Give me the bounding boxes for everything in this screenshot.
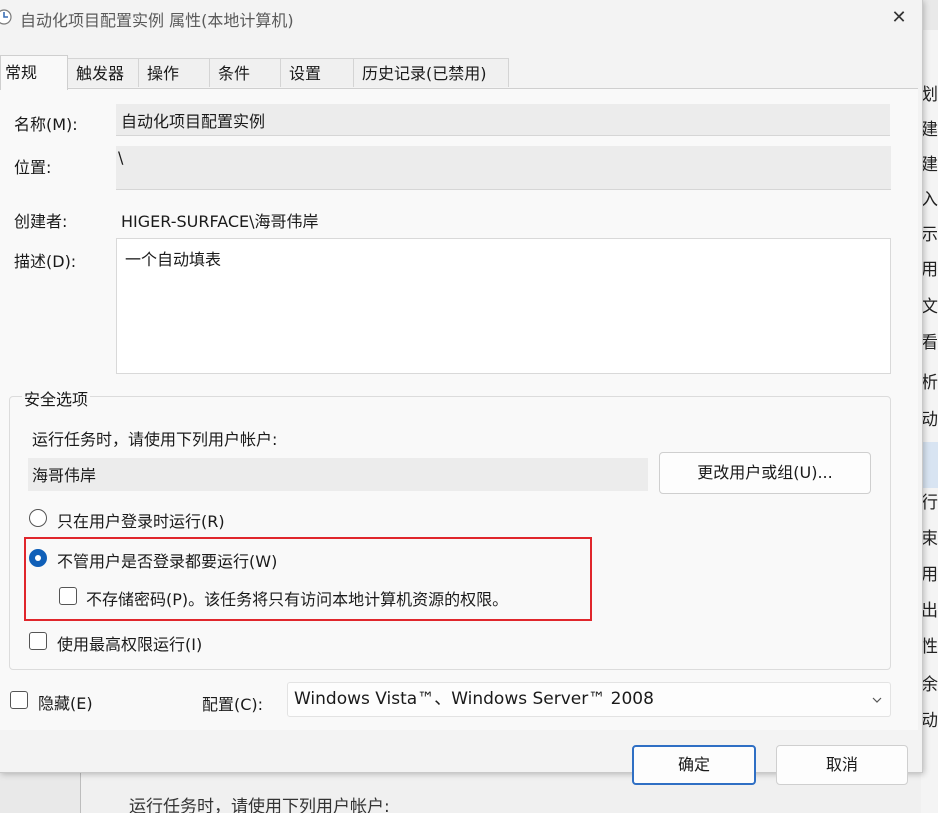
highest-privileges-checkbox[interactable] — [29, 632, 47, 650]
configure-label: 配置(C): — [202, 695, 264, 714]
name-field[interactable]: 自动化项目配置实例 — [116, 104, 890, 136]
author-label: 创建者: — [14, 212, 68, 231]
location-field: \ — [116, 146, 891, 190]
background-text: 行 — [921, 493, 938, 513]
close-icon: ✕ — [891, 6, 907, 28]
tab-actions[interactable]: 操作 — [138, 58, 210, 87]
run-whether-logged-on-label[interactable]: 不管用户是否登录都要运行(W) — [57, 548, 277, 572]
background-text: 性 — [921, 637, 938, 657]
background-text: 入 — [921, 190, 938, 210]
background-text: 余 — [921, 675, 938, 695]
hidden-label[interactable]: 隐藏(E) — [38, 690, 93, 714]
security-options-legend: 安全选项 — [22, 386, 91, 410]
tab-settings[interactable]: 设置 — [280, 58, 354, 87]
description-textarea[interactable]: 一个自动填表 — [116, 238, 891, 374]
do-not-store-password-checkbox[interactable] — [59, 587, 77, 605]
author-value: HIGER-SURFACE\海哥伟岸 — [121, 212, 319, 231]
configure-select-value: Windows Vista™、Windows Server™ 2008 — [294, 689, 654, 709]
do-not-store-password-label[interactable]: 不存储密码(P)。该任务将只有访问本地计算机资源的权限。 — [86, 586, 508, 610]
configure-select[interactable]: Windows Vista™、Windows Server™ 2008 — [287, 682, 891, 717]
background-text: 划 — [921, 85, 938, 105]
tab-triggers[interactable]: 触发器 — [67, 58, 139, 87]
background-text: 析 — [921, 373, 938, 393]
ok-button[interactable]: 确定 — [632, 745, 756, 785]
window-title: 自动化项目配置实例 属性(本地计算机) — [20, 11, 294, 30]
hidden-checkbox[interactable] — [10, 691, 28, 709]
location-label: 位置: — [14, 158, 52, 177]
change-user-button[interactable]: 更改用户或组(U)... — [659, 452, 871, 494]
tab-conditions[interactable]: 条件 — [209, 58, 281, 87]
run-only-logged-on-label[interactable]: 只在用户登录时运行(R) — [57, 508, 225, 532]
background-text: 建 — [921, 155, 938, 175]
chevron-down-icon — [872, 683, 882, 716]
tab-general[interactable]: 常规 — [0, 55, 68, 90]
background-text: 示 — [921, 225, 938, 245]
background-text: 建 — [921, 120, 938, 140]
background-text: 用 — [921, 565, 938, 585]
title-bar[interactable]: 自动化项目配置实例 属性(本地计算机) ✕ — [0, 0, 922, 38]
properties-dialog: 自动化项目配置实例 属性(本地计算机) ✕ 常规 触发器 操作 条件 设置 历史… — [0, 0, 923, 785]
background-text: 运行任务时，请使用下列用户帐户: — [129, 797, 390, 813]
close-button[interactable]: ✕ — [876, 0, 922, 34]
background-text: 束 — [921, 529, 938, 549]
run-only-logged-on-radio[interactable] — [29, 509, 47, 527]
background-text: 看 — [921, 333, 938, 353]
background-text: 动 — [921, 410, 938, 430]
background-text: 动 — [921, 711, 938, 731]
name-label: 名称(M): — [14, 115, 78, 134]
background-text: 用 — [921, 260, 938, 280]
cancel-button[interactable]: 取消 — [776, 745, 908, 785]
background-text: 出 — [921, 601, 938, 621]
background-text: 文 — [921, 297, 938, 317]
user-account-field: 海哥伟岸 — [28, 458, 648, 491]
tab-history[interactable]: 历史记录(已禁用) — [353, 58, 509, 87]
highest-privileges-label[interactable]: 使用最高权限运行(I) — [57, 631, 202, 655]
description-label: 描述(D): — [14, 252, 77, 271]
run-whether-logged-on-radio[interactable] — [29, 549, 47, 567]
run-as-prompt: 运行任务时，请使用下列用户帐户: — [32, 430, 278, 449]
task-scheduler-icon — [0, 9, 12, 25]
